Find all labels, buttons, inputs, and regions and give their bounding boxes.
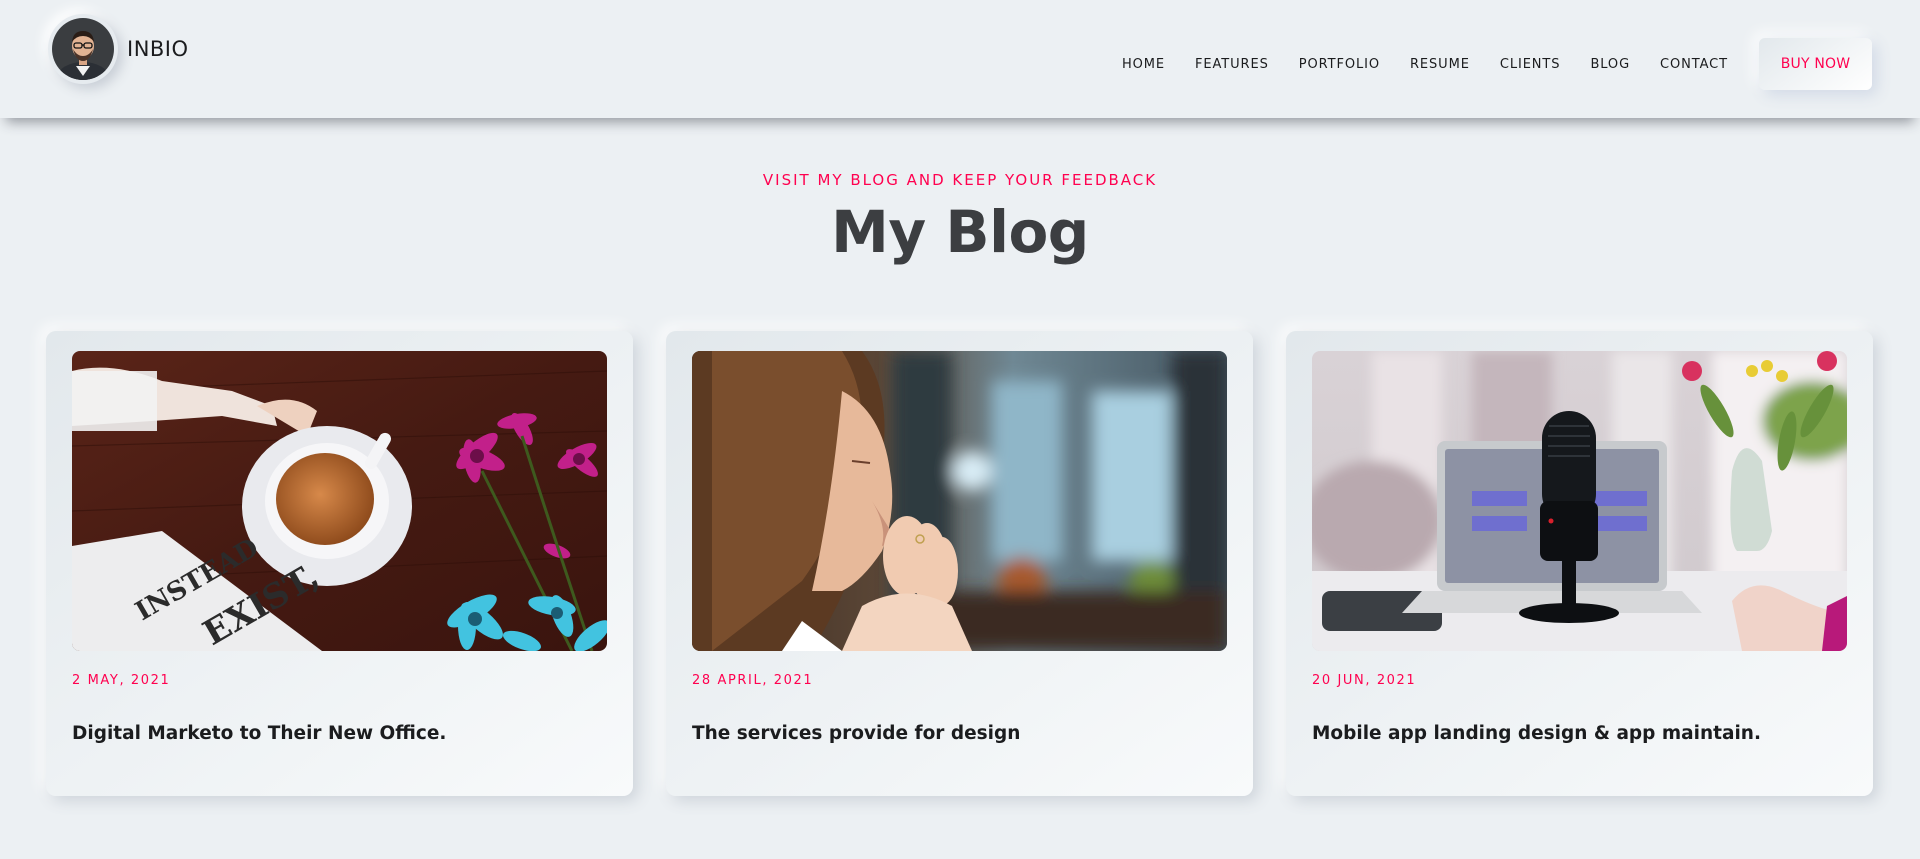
nav-item-contact[interactable]: CONTACT [1660, 57, 1728, 72]
section-subtitle: VISIT MY BLOG AND KEEP YOUR FEEDBACK [0, 171, 1920, 189]
post-title[interactable]: The services provide for design [692, 723, 1232, 744]
blog-card[interactable]: 20 JUN, 2021 Mobile app landing design &… [1286, 331, 1873, 796]
nav-item-portfolio[interactable]: PORTFOLIO [1299, 57, 1380, 72]
post-date: 28 APRIL, 2021 [692, 673, 813, 688]
section-title: My Blog [0, 198, 1920, 266]
post-date: 20 JUN, 2021 [1312, 673, 1416, 688]
microphone-laptop-image [1312, 351, 1847, 651]
nav-item-blog[interactable]: BLOG [1590, 57, 1630, 72]
woman-praying-image [692, 351, 1227, 651]
site-header: INBIO HOME FEATURES PORTFOLIO RESUME CLI… [0, 0, 1920, 118]
blog-thumbnail[interactable]: INSTEAD EXIST, [72, 351, 607, 651]
main-nav: HOME FEATURES PORTFOLIO RESUME CLIENTS B… [1092, 57, 1728, 72]
tea-cup-image: INSTEAD EXIST, [72, 351, 607, 651]
post-title[interactable]: Digital Marketo to Their New Office. [72, 723, 612, 744]
post-date: 2 MAY, 2021 [72, 673, 170, 688]
buy-now-button[interactable]: BUY NOW [1759, 38, 1872, 90]
brand[interactable]: INBIO [48, 14, 189, 84]
avatar-image [52, 18, 114, 80]
nav-item-features[interactable]: FEATURES [1195, 57, 1269, 72]
post-title[interactable]: Mobile app landing design & app maintain… [1312, 723, 1852, 744]
nav-item-home[interactable]: HOME [1122, 57, 1165, 72]
nav-item-resume[interactable]: RESUME [1410, 57, 1470, 72]
nav-item-clients[interactable]: CLIENTS [1500, 57, 1561, 72]
blog-thumbnail[interactable] [1312, 351, 1847, 651]
brand-name: INBIO [127, 37, 189, 61]
avatar [48, 14, 118, 84]
blog-thumbnail[interactable] [692, 351, 1227, 651]
blog-card[interactable]: INSTEAD EXIST, [46, 331, 633, 796]
blog-card[interactable]: 28 APRIL, 2021 The services provide for … [666, 331, 1253, 796]
